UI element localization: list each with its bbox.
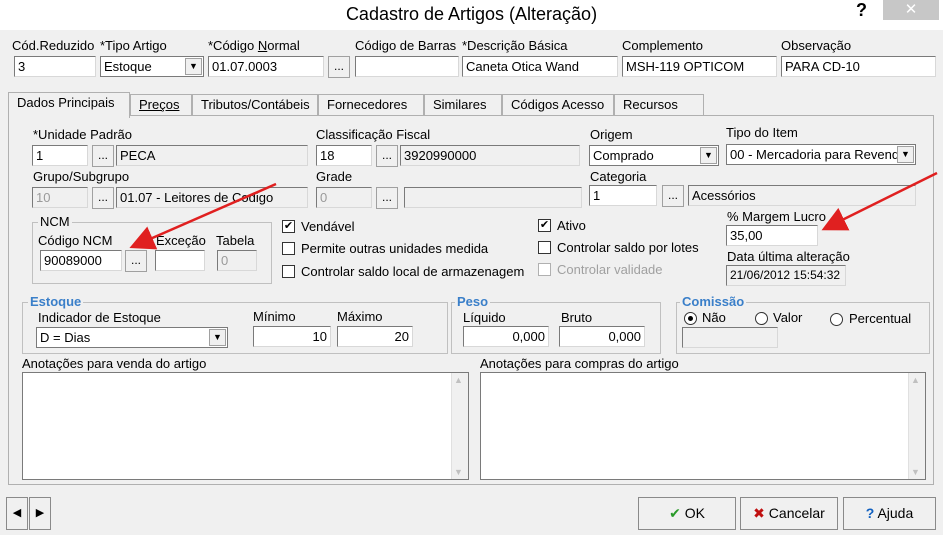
prev-record-button[interactable]: ◀ [6, 497, 28, 530]
annotation-arrows [129, 171, 938, 250]
ok-label: OK [684, 505, 705, 521]
checkmark-icon: ✔ [669, 505, 681, 521]
footer-bar: ◀ ▶ ✔ OK ✖ Cancelar ? Ajuda [0, 494, 943, 535]
ajuda-label: Ajuda [877, 505, 914, 521]
next-record-button[interactable]: ▶ [29, 497, 51, 530]
cancelar-button[interactable]: ✖ Cancelar [740, 497, 838, 530]
annotation-arrow-margem [821, 171, 938, 231]
ajuda-button[interactable]: ? Ajuda [843, 497, 936, 530]
help-question-icon: ? [865, 505, 875, 521]
annotation-arrow-ncm [129, 182, 277, 250]
dialog-window: Cadastro de Artigos (Alteração) ? ✕ Cód.… [0, 0, 943, 535]
tab-dados-principais[interactable]: Dados Principais [8, 92, 130, 118]
cancel-x-icon: ✖ [753, 505, 765, 521]
cancelar-label: Cancelar [768, 505, 825, 521]
ok-button[interactable]: ✔ OK [638, 497, 736, 530]
